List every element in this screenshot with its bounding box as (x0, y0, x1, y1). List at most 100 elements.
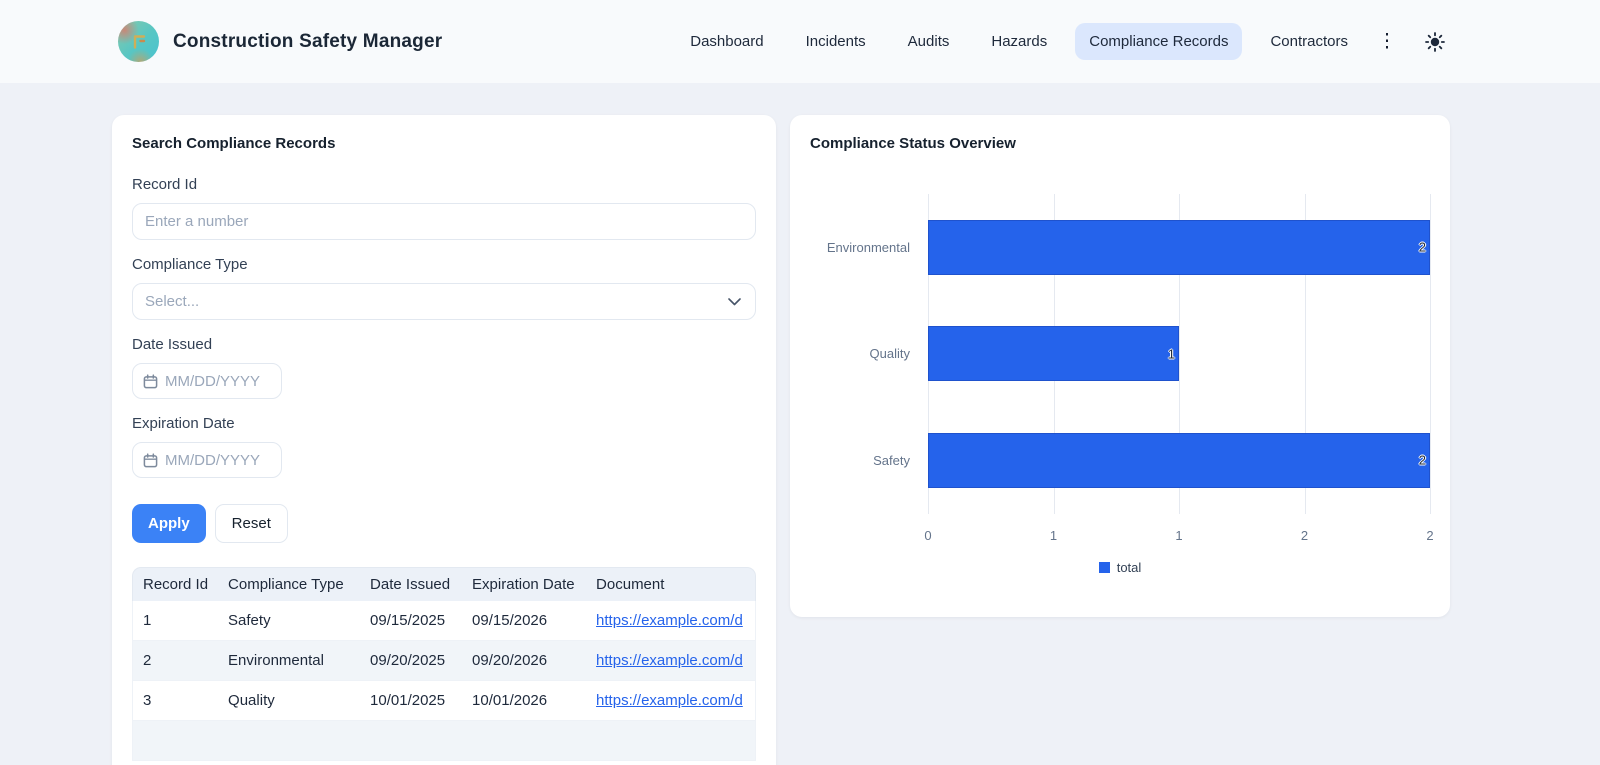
top-nav-bar: Construction Safety Manager Dashboard Inc… (0, 0, 1600, 83)
chart-band: 2 (928, 407, 1430, 514)
table-cell: 09/15/2026 (462, 601, 586, 641)
main-content: Search Compliance Records Record Id Comp… (0, 83, 1600, 765)
nav-item-dashboard[interactable]: Dashboard (676, 23, 777, 60)
plot-area: 2 1 2 (928, 194, 1430, 514)
value-axis: 01122 (928, 514, 1430, 548)
primary-nav: Dashboard Incidents Audits Hazards Complianc… (676, 23, 1362, 60)
date-issued-field: Date Issued MM/DD/YYYY (132, 336, 756, 399)
nav-item-compliance-records[interactable]: Compliance Records (1075, 23, 1242, 60)
x-tick-label: 0 (924, 528, 931, 543)
expiration-date-input[interactable]: MM/DD/YYYY (132, 442, 282, 478)
category-label-environmental: Environmental (810, 194, 910, 301)
table-cell (360, 721, 462, 761)
table-cell: 09/20/2026 (462, 641, 586, 681)
record-id-input[interactable] (132, 203, 756, 240)
chevron-down-icon (728, 298, 741, 306)
kebab-menu-icon: ⋮ (1378, 32, 1397, 51)
bar-value-label: 1 (1168, 346, 1175, 361)
date-issued-input[interactable]: MM/DD/YYYY (132, 363, 282, 399)
legend-swatch (1099, 562, 1110, 573)
sun-icon (1424, 31, 1446, 53)
chart-band: 2 (928, 194, 1430, 301)
bar-chart: EnvironmentalQualitySafety 2 1 2 (810, 194, 1430, 514)
nav-item-contractors[interactable]: Contractors (1256, 23, 1362, 60)
nav-item-incidents[interactable]: Incidents (792, 23, 880, 60)
crane-icon (128, 31, 150, 53)
bar-value-label: 2 (1419, 453, 1426, 468)
column-header-expiration-date: Expiration Date (462, 567, 586, 601)
category-label-safety: Safety (810, 407, 910, 514)
table-row (132, 721, 756, 761)
record-id-field: Record Id (132, 176, 756, 240)
document-link[interactable]: https://example.com/d (596, 692, 743, 709)
nav-item-hazards[interactable]: Hazards (977, 23, 1061, 60)
table-cell: 09/20/2025 (360, 641, 462, 681)
bar-quality[interactable]: 1 (928, 326, 1179, 381)
x-tick-label: 1 (1050, 528, 1057, 543)
reset-button[interactable]: Reset (215, 504, 288, 543)
table-cell: 09/15/2025 (360, 601, 462, 641)
date-issued-label: Date Issued (132, 336, 756, 353)
nav-icons: ⋮ (1372, 27, 1450, 57)
table-cell (462, 721, 586, 761)
theme-toggle-button[interactable] (1420, 27, 1450, 57)
category-label-quality: Quality (810, 301, 910, 408)
x-tick-label: 2 (1301, 528, 1308, 543)
table-cell: Safety (218, 601, 360, 641)
table-header-row: Record IdCompliance TypeDate IssuedExpir… (132, 567, 756, 601)
compliance-records-table: Record IdCompliance TypeDate IssuedExpir… (132, 567, 756, 761)
chart-legend: total (810, 560, 1430, 575)
search-panel-title: Search Compliance Records (132, 135, 756, 152)
expiration-date-field: Expiration Date MM/DD/YYYY (132, 415, 756, 478)
column-header-compliance-type: Compliance Type (218, 567, 360, 601)
x-tick-label: 1 (1175, 528, 1182, 543)
nav-item-audits[interactable]: Audits (894, 23, 964, 60)
filter-actions: Apply Reset (132, 504, 756, 543)
expiration-date-label: Expiration Date (132, 415, 756, 432)
table-row: 2Environmental09/20/202509/20/2026 https:… (132, 641, 756, 681)
bar-value-label: 2 (1419, 240, 1426, 255)
date-issued-placeholder: MM/DD/YYYY (165, 373, 260, 390)
table-cell: Quality (218, 681, 360, 721)
table-cell: https://example.com/d (586, 601, 756, 641)
table-cell: https://example.com/d (586, 681, 756, 721)
app-title: Construction Safety Manager (173, 31, 442, 53)
x-tick-label: 2 (1426, 528, 1433, 543)
app-logo (118, 21, 159, 62)
table-cell (132, 721, 218, 761)
table-cell: https://example.com/d (586, 641, 756, 681)
table-cell (218, 721, 360, 761)
legend-label: total (1117, 560, 1142, 575)
table-row: 3Quality10/01/202510/01/2026 https://exam… (132, 681, 756, 721)
compliance-type-label: Compliance Type (132, 256, 756, 273)
compliance-chart-panel: Compliance Status Overview Environmental… (790, 115, 1450, 617)
search-compliance-panel: Search Compliance Records Record Id Comp… (112, 115, 776, 765)
column-header-document: Document (586, 567, 756, 601)
category-axis: EnvironmentalQualitySafety (810, 194, 910, 514)
table-row: 1Safety09/15/202509/15/2026 https://examp… (132, 601, 756, 641)
bar-safety[interactable]: 2 (928, 433, 1430, 488)
column-header-date-issued: Date Issued (360, 567, 462, 601)
compliance-type-select[interactable]: Select... (132, 283, 756, 320)
overflow-menu-button[interactable]: ⋮ (1372, 27, 1402, 57)
table-cell: 10/01/2026 (462, 681, 586, 721)
table-cell (586, 721, 756, 761)
table-cell: 10/01/2025 (360, 681, 462, 721)
apply-button[interactable]: Apply (132, 504, 206, 543)
table-cell: 2 (132, 641, 218, 681)
chart-title: Compliance Status Overview (810, 135, 1430, 152)
expiration-date-placeholder: MM/DD/YYYY (165, 452, 260, 469)
document-link[interactable]: https://example.com/d (596, 652, 743, 669)
compliance-type-field: Compliance Type Select... (132, 256, 756, 320)
bar-environmental[interactable]: 2 (928, 220, 1430, 275)
table-cell: 3 (132, 681, 218, 721)
record-id-label: Record Id (132, 176, 756, 193)
calendar-icon (143, 453, 158, 468)
chart-band: 1 (928, 301, 1430, 408)
brand: Construction Safety Manager (118, 21, 442, 62)
table-cell: 1 (132, 601, 218, 641)
document-link[interactable]: https://example.com/d (596, 612, 743, 629)
table-cell: Environmental (218, 641, 360, 681)
select-value: Select... (145, 293, 728, 310)
column-header-record-id: Record Id (132, 567, 218, 601)
